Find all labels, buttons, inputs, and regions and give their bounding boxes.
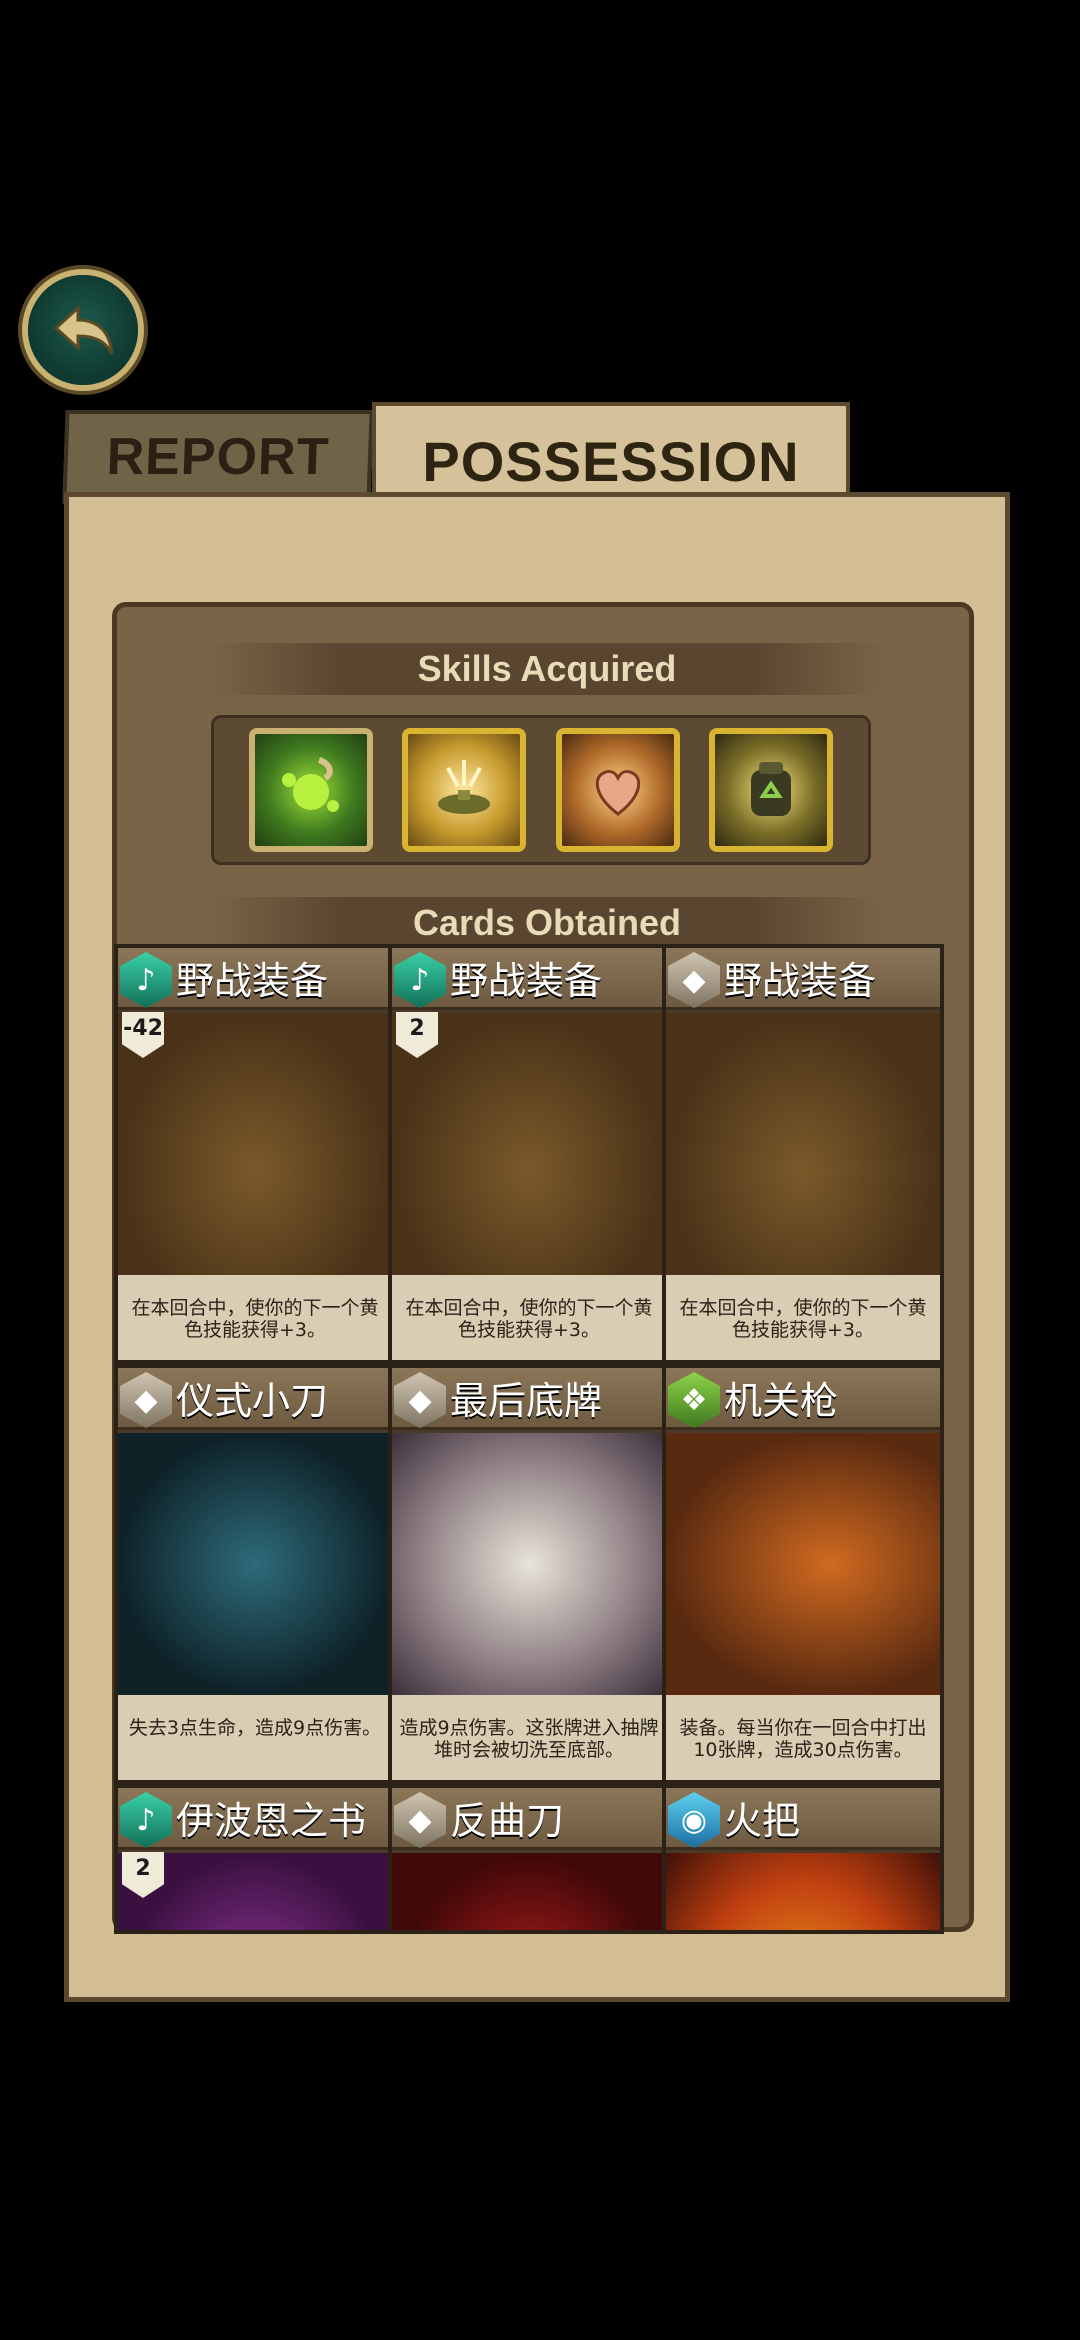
- card-description: 在本回合中，使你的下一个黄色技能获得+3。: [392, 1275, 666, 1360]
- card-item[interactable]: 野战装备 ♪ 2 在本回合中，使你的下一个黄色技能获得+3。: [388, 944, 670, 1364]
- card-item[interactable]: 机关枪 ❖ 装备。每当你在一回合中打出10张牌，造成30点伤害。: [662, 1364, 944, 1784]
- backpack-art: [392, 1013, 666, 1275]
- recycle-backpack-icon: [751, 762, 792, 816]
- ritual-knife-art: [118, 1433, 392, 1695]
- card-item[interactable]: 仪式小刀 ◆ 失去3点生命，造成9点伤害。: [114, 1364, 396, 1784]
- skills-acquired-heading: Skills Acquired: [207, 643, 887, 695]
- card-description: 造成9点伤害。这张牌进入抽牌堆时会被切洗至底部。: [392, 1695, 666, 1780]
- card-item[interactable]: 火把 ◉: [662, 1784, 944, 1934]
- acid-splash-icon: [281, 757, 339, 812]
- skill-slot-3[interactable]: [555, 728, 680, 852]
- torch-fire-art: [666, 1853, 940, 1930]
- card-item[interactable]: 反曲刀 ◆: [388, 1784, 670, 1934]
- card-description: 装备。每当你在一回合中打出10张牌，造成30点伤害。: [666, 1695, 940, 1780]
- card-item[interactable]: 野战装备 ◆ 在本回合中，使你的下一个黄色技能获得+3。: [662, 944, 944, 1364]
- heart-hand-icon: [595, 770, 640, 816]
- backpack-art: [118, 1013, 392, 1275]
- back-arrow-icon: [53, 304, 114, 355]
- card-description: 在本回合中，使你的下一个黄色技能获得+3。: [666, 1275, 940, 1360]
- card-item[interactable]: 最后底牌 ◆ 造成9点伤害。这张牌进入抽牌堆时会被切洗至底部。: [388, 1364, 670, 1784]
- card-item[interactable]: 伊波恩之书 ♪ 2: [114, 1784, 396, 1934]
- card-description: 在本回合中，使你的下一个黄色技能获得+3。: [118, 1275, 392, 1360]
- skill-slot-1[interactable]: [248, 728, 373, 852]
- skill-slot-2[interactable]: [402, 728, 527, 852]
- card-description: 失去3点生命，造成9点伤害。: [118, 1695, 392, 1780]
- tab-report[interactable]: REPORT: [62, 410, 374, 504]
- skill-slot-4[interactable]: [709, 728, 834, 852]
- landmine-icon: [438, 760, 491, 814]
- last-card-art: [392, 1433, 666, 1695]
- back-button[interactable]: [28, 275, 138, 385]
- skills-list: [211, 715, 871, 865]
- machine-gun-art: [666, 1433, 940, 1695]
- backpack-art: [666, 1013, 940, 1275]
- card-item[interactable]: 野战装备 ♪ -42 在本回合中，使你的下一个黄色技能获得+3。: [114, 944, 396, 1364]
- blade-art: [392, 1853, 666, 1930]
- cards-obtained-heading: Cards Obtained: [207, 897, 887, 949]
